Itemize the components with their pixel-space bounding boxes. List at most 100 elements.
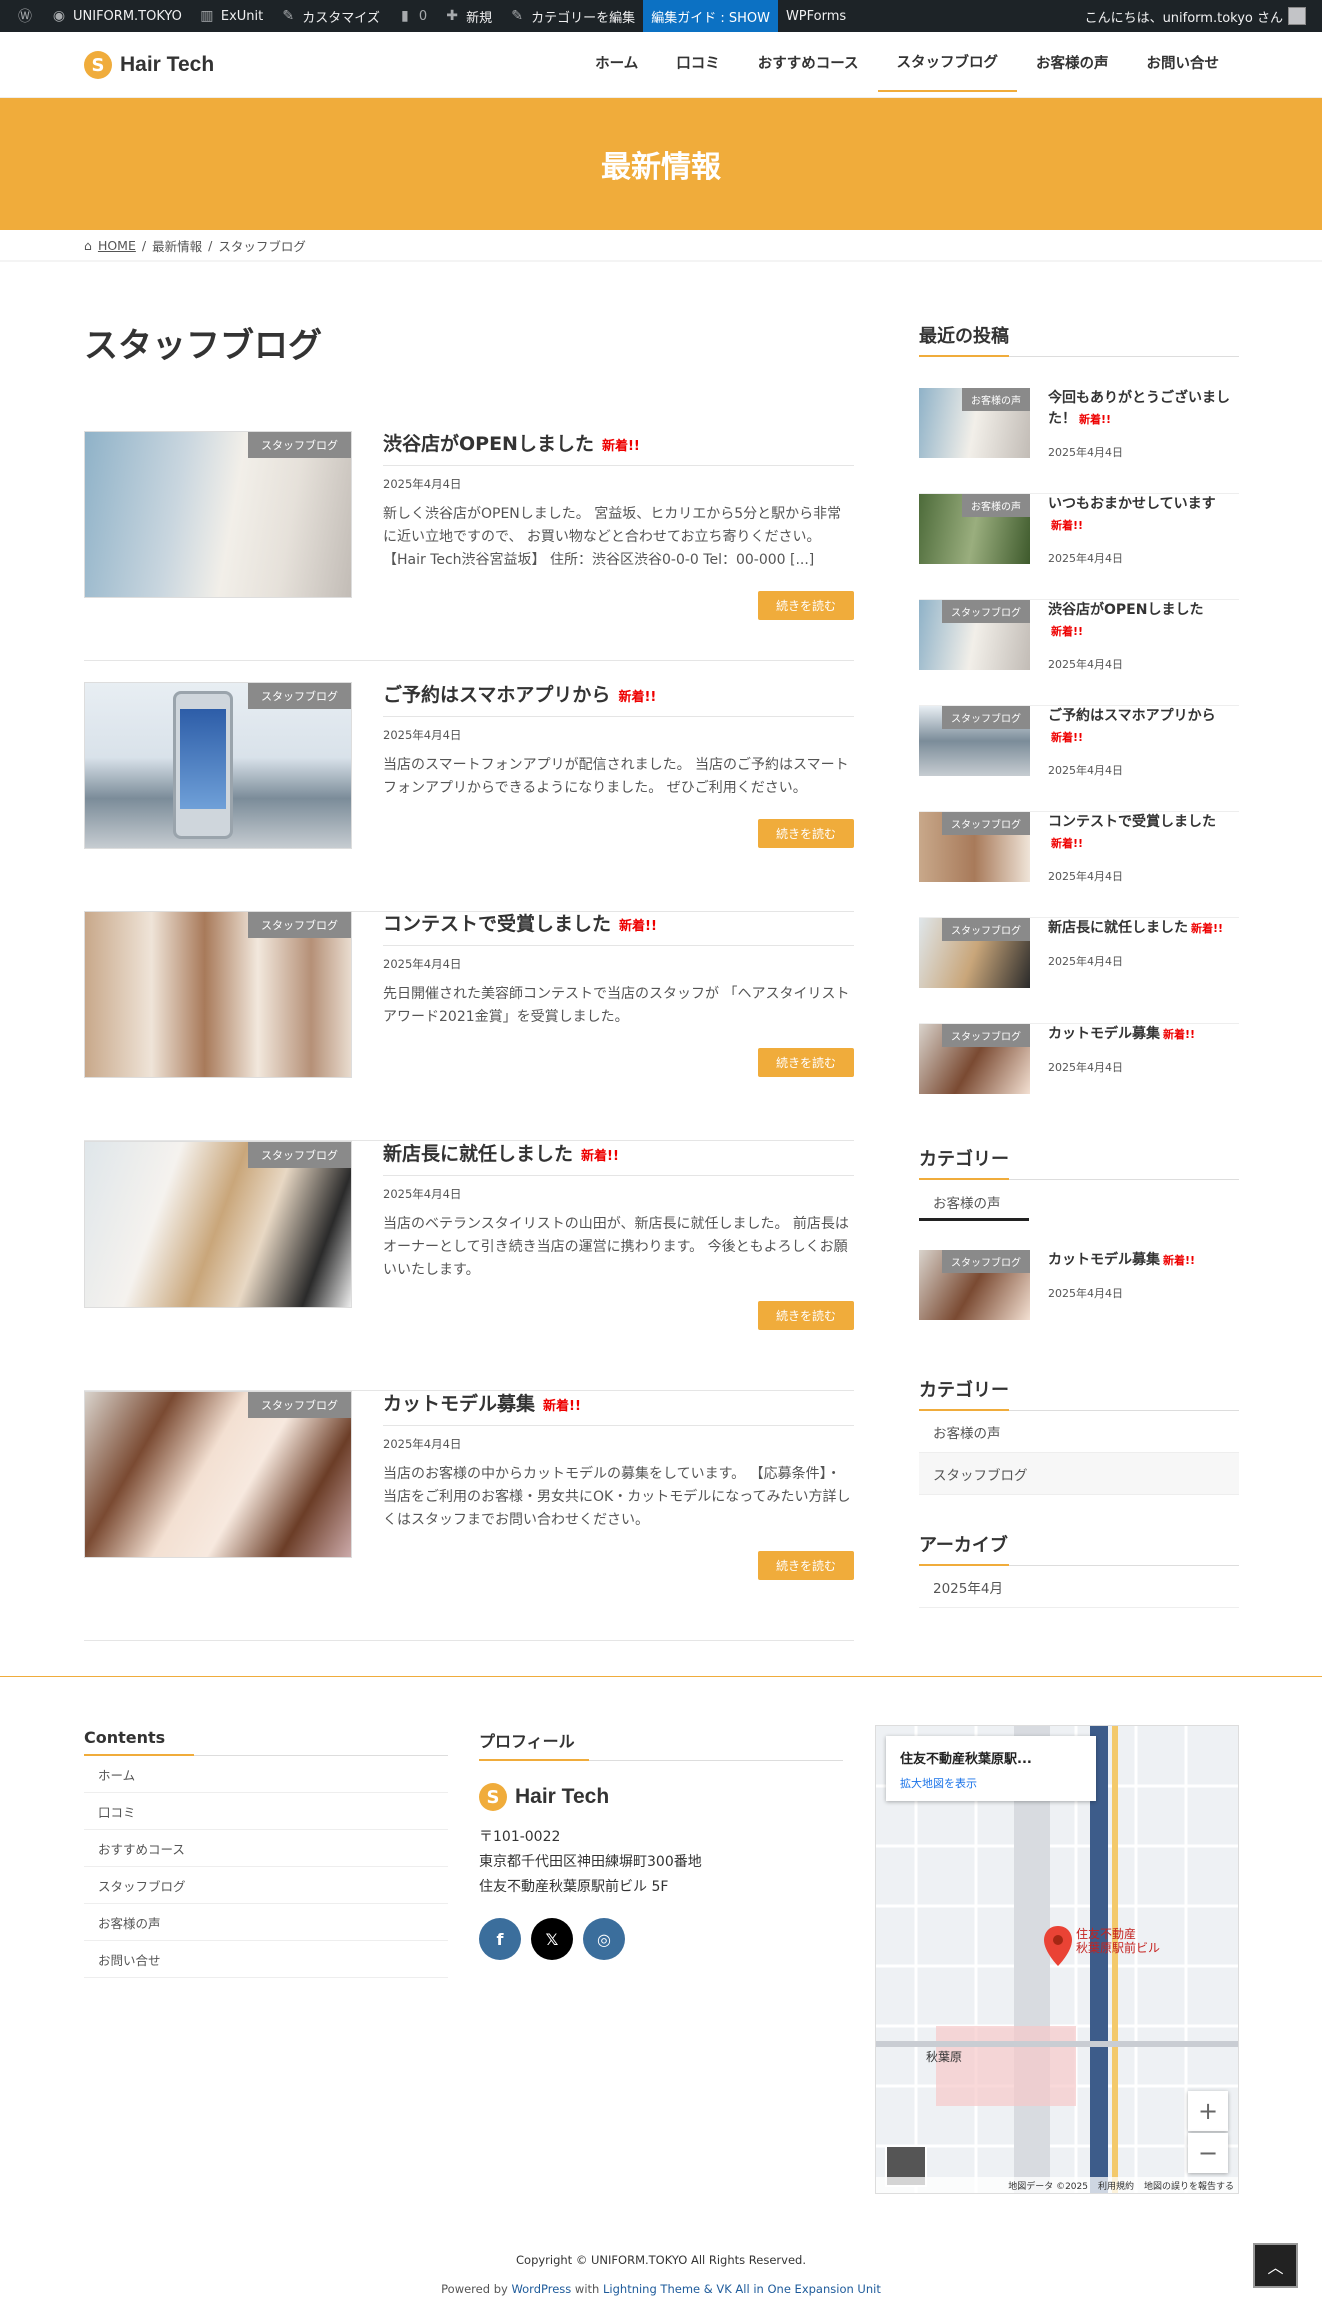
post-excerpt: 当店のベテランスタイリストの山田が、新店長に就任しました。 前店長はオーナーとし…: [383, 1216, 849, 1278]
nav-home[interactable]: ホーム: [576, 32, 657, 92]
read-more-button[interactable]: 続きを読む: [757, 1301, 854, 1330]
nav-contact[interactable]: お問い合せ: [1128, 32, 1239, 92]
post-category-tag[interactable]: スタッフブログ: [248, 683, 351, 709]
category-item[interactable]: お客様の声: [919, 1180, 1239, 1216]
recent-post-title[interactable]: カットモデル募集 新着!!: [1048, 1250, 1239, 1271]
footer-logo: S Hair Tech: [479, 1783, 843, 1811]
read-more-button[interactable]: 続きを読む: [757, 819, 854, 848]
map-enlarge-link[interactable]: 拡大地図を表示: [900, 1775, 1082, 1791]
breadcrumb-divider: [0, 260, 1322, 262]
footer-link-courses[interactable]: おすすめコース: [84, 1830, 448, 1867]
map-zoom-in-button[interactable]: +: [1188, 2091, 1228, 2131]
nav-customer-voice[interactable]: お客様の声: [1017, 32, 1128, 92]
google-map[interactable]: 住友不動産 秋葉原駅前ビル 秋葉原 住友不動産秋葉原駅... 拡大地図を表示 +…: [875, 1725, 1239, 2194]
recent-post-title[interactable]: 今回もありがとうございました！ 新着!!: [1048, 388, 1239, 430]
recent-post-title[interactable]: ご予約はスマホアプリから 新着!!: [1048, 706, 1239, 748]
edit-category-menu[interactable]: ✎ カテゴリーを編集: [500, 0, 643, 32]
post-thumbnail[interactable]: スタッフブログ: [84, 1391, 352, 1558]
post-title[interactable]: 渋谷店がOPENしました 新着!!: [383, 429, 640, 456]
recent-post-thumbnail[interactable]: スタッフブログ: [919, 918, 1030, 988]
recent-post-thumbnail[interactable]: スタッフブログ: [919, 1250, 1030, 1320]
account-menu[interactable]: こんにちは、uniform.tokyo さん: [1077, 0, 1314, 32]
theme-link[interactable]: Lightning Theme & VK All in One Expansio…: [603, 2282, 881, 2296]
wordpress-link[interactable]: WordPress: [511, 2282, 571, 2296]
post-category-tag[interactable]: スタッフブログ: [248, 432, 351, 458]
page-header-title: 最新情報: [601, 150, 721, 185]
post-title[interactable]: ご予約はスマホアプリから 新着!!: [383, 680, 656, 707]
recent-post-item[interactable]: スタッフブログ 新店長に就任しました 新着!! 2025年4月4日: [919, 918, 1239, 1024]
post-date: 2025年4月4日: [383, 477, 462, 491]
wordpress-menu[interactable]: Ⓦ: [8, 0, 42, 32]
recent-post-item[interactable]: スタッフブログ カットモデル募集 新着!! 2025年4月4日: [919, 1250, 1239, 1356]
recent-post-title[interactable]: コンテストで受賞しました 新着!!: [1048, 812, 1239, 854]
recent-post-title[interactable]: カットモデル募集 新着!!: [1048, 1024, 1239, 1045]
site-logo[interactable]: S Hair Tech: [84, 51, 214, 79]
post-category-tag[interactable]: スタッフブログ: [248, 1142, 351, 1168]
map-report-link[interactable]: 地図の誤りを報告する: [1144, 2179, 1234, 2192]
breadcrumb-level1[interactable]: 最新情報: [152, 236, 202, 255]
exunit-menu[interactable]: ▥ ExUnit: [190, 0, 271, 32]
recent-post-thumbnail[interactable]: お客様の声: [919, 388, 1030, 458]
post-title[interactable]: 新店長に就任しました 新着!!: [383, 1139, 619, 1166]
post-thumbnail[interactable]: スタッフブログ: [84, 682, 352, 849]
recent-post-tag: スタッフブログ: [942, 1024, 1030, 1047]
recent-post-item[interactable]: スタッフブログ 渋谷店がOPENしました 新着!! 2025年4月4日: [919, 600, 1239, 706]
read-more-button[interactable]: 続きを読む: [757, 591, 854, 620]
footer-profile: プロフィール S Hair Tech 〒101-0022 東京都千代田区神田練塀…: [479, 1728, 843, 1960]
recent-post-title[interactable]: 新店長に就任しました 新着!!: [1048, 918, 1239, 939]
nav-courses[interactable]: おすすめコース: [739, 32, 878, 92]
powered-by: Powered by WordPress with Lightning Them…: [0, 2282, 1322, 2296]
edit-guide-toggle[interactable]: 編集ガイド : SHOW: [643, 0, 778, 32]
read-more-button[interactable]: 続きを読む: [757, 1048, 854, 1077]
site-name-menu[interactable]: ◉ UNIFORM.TOKYO: [42, 0, 190, 32]
post-title[interactable]: カットモデル募集 新着!!: [383, 1389, 581, 1416]
post-category-tag[interactable]: スタッフブログ: [248, 912, 351, 938]
new-badge: 新着!!: [1051, 625, 1084, 638]
footer-link-contact[interactable]: お問い合せ: [84, 1941, 448, 1978]
wpforms-menu[interactable]: WPForms: [778, 0, 854, 32]
post-thumbnail[interactable]: スタッフブログ: [84, 431, 352, 598]
recent-post-title[interactable]: 渋谷店がOPENしました 新着!!: [1048, 600, 1239, 642]
instagram-icon[interactable]: ◎: [583, 1918, 625, 1960]
post-thumbnail[interactable]: スタッフブログ: [84, 1141, 352, 1308]
recent-post-thumbnail[interactable]: スタッフブログ: [919, 600, 1030, 670]
footer-link-reviews[interactable]: 口コミ: [84, 1793, 448, 1830]
brush-icon: ✎: [282, 8, 295, 24]
archive-item[interactable]: 2025年4月: [919, 1566, 1239, 1608]
new-label: 新規: [466, 10, 493, 26]
recent-post-title[interactable]: いつもおまかせしています 新着!!: [1048, 494, 1239, 536]
category-item[interactable]: スタッフブログ: [919, 1453, 1239, 1495]
post-category-tag[interactable]: スタッフブログ: [248, 1392, 351, 1418]
recent-post-item[interactable]: お客様の声 今回もありがとうございました！ 新着!! 2025年4月4日: [919, 388, 1239, 494]
recent-post-item[interactable]: お客様の声 いつもおまかせしています 新着!! 2025年4月4日: [919, 494, 1239, 600]
post-title-text: 渋谷店がOPENしました: [383, 433, 594, 455]
post-thumbnail[interactable]: スタッフブログ: [84, 911, 352, 1078]
archive-widget: アーカイブ 2025年4月: [919, 1531, 1239, 1608]
footer-link-staff-blog[interactable]: スタッフブログ: [84, 1867, 448, 1904]
recent-post-date: 2025年4月4日: [1048, 552, 1123, 565]
nav-reviews[interactable]: 口コミ: [657, 32, 739, 92]
map-zoom-out-button[interactable]: −: [1188, 2133, 1228, 2173]
recent-post-item[interactable]: スタッフブログ ご予約はスマホアプリから 新着!! 2025年4月4日: [919, 706, 1239, 812]
recent-post-thumbnail[interactable]: お客様の声: [919, 494, 1030, 564]
nav-staff-blog[interactable]: スタッフブログ: [877, 32, 1017, 92]
customize-menu[interactable]: ✎ カスタマイズ: [271, 0, 388, 32]
facebook-icon[interactable]: f: [479, 1918, 521, 1960]
recent-post-item[interactable]: スタッフブログ コンテストで受賞しました 新着!! 2025年4月4日: [919, 812, 1239, 918]
comments-menu[interactable]: ▮ 0: [388, 0, 435, 32]
recent-post-date: 2025年4月4日: [1048, 1287, 1123, 1300]
recent-post-thumbnail[interactable]: スタッフブログ: [919, 706, 1030, 776]
map-terms-link[interactable]: 利用規約: [1098, 2179, 1134, 2192]
read-more-button[interactable]: 続きを読む: [757, 1551, 854, 1580]
recent-post-thumbnail[interactable]: スタッフブログ: [919, 1024, 1030, 1094]
breadcrumb-home[interactable]: HOME: [98, 238, 136, 253]
new-content-menu[interactable]: ✚ 新規: [435, 0, 500, 32]
recent-post-thumbnail[interactable]: スタッフブログ: [919, 812, 1030, 882]
back-to-top-button[interactable]: ︿: [1253, 2243, 1298, 2288]
x-icon[interactable]: 𝕏: [531, 1918, 573, 1960]
footer-link-home[interactable]: ホーム: [84, 1756, 448, 1793]
category-item[interactable]: お客様の声: [919, 1411, 1239, 1453]
recent-post-item[interactable]: スタッフブログ カットモデル募集 新着!! 2025年4月4日: [919, 1024, 1239, 1130]
post-title[interactable]: コンテストで受賞しました 新着!!: [383, 909, 657, 936]
footer-link-customer-voice[interactable]: お客様の声: [84, 1904, 448, 1941]
